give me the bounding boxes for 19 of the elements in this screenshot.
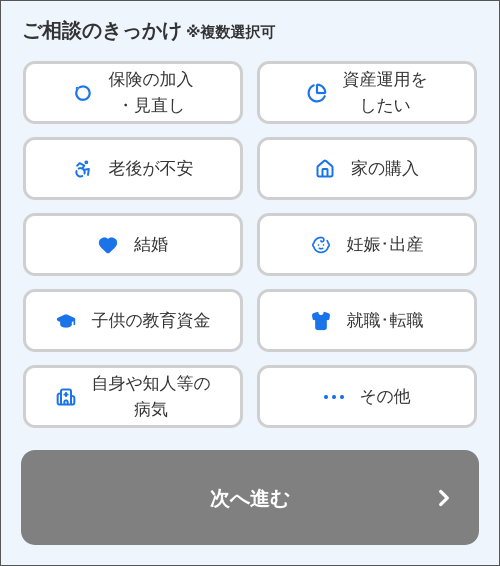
multi-select-note: ※複数選択可 xyxy=(186,22,276,43)
option-button[interactable]: 子供の教育資金 xyxy=(23,289,243,352)
option-button[interactable]: 保険の加入 ・見直し xyxy=(23,61,243,124)
option-button[interactable]: 結婚 xyxy=(23,213,243,276)
option-button[interactable]: 妊娠･出産 xyxy=(257,213,477,276)
option-button[interactable]: 自身や知人等の 病気 xyxy=(23,365,243,428)
hospital-icon xyxy=(56,386,76,406)
baby-icon xyxy=(310,234,330,254)
option-button[interactable]: 就職･転職 xyxy=(257,289,477,352)
option-button[interactable]: 資産運用を したい xyxy=(257,61,477,124)
pie-chart-icon xyxy=(306,82,326,102)
wheelchair-icon xyxy=(72,158,92,178)
option-button[interactable]: 老後が不安 xyxy=(23,137,243,200)
option-button[interactable]: 家の購入 xyxy=(257,137,477,200)
house-icon xyxy=(315,158,335,178)
heart-icon xyxy=(98,234,118,254)
section-title: ご相談のきっかけ xyxy=(22,17,182,44)
ellipsis-icon xyxy=(324,394,344,398)
option-button[interactable]: その他 xyxy=(257,365,477,428)
